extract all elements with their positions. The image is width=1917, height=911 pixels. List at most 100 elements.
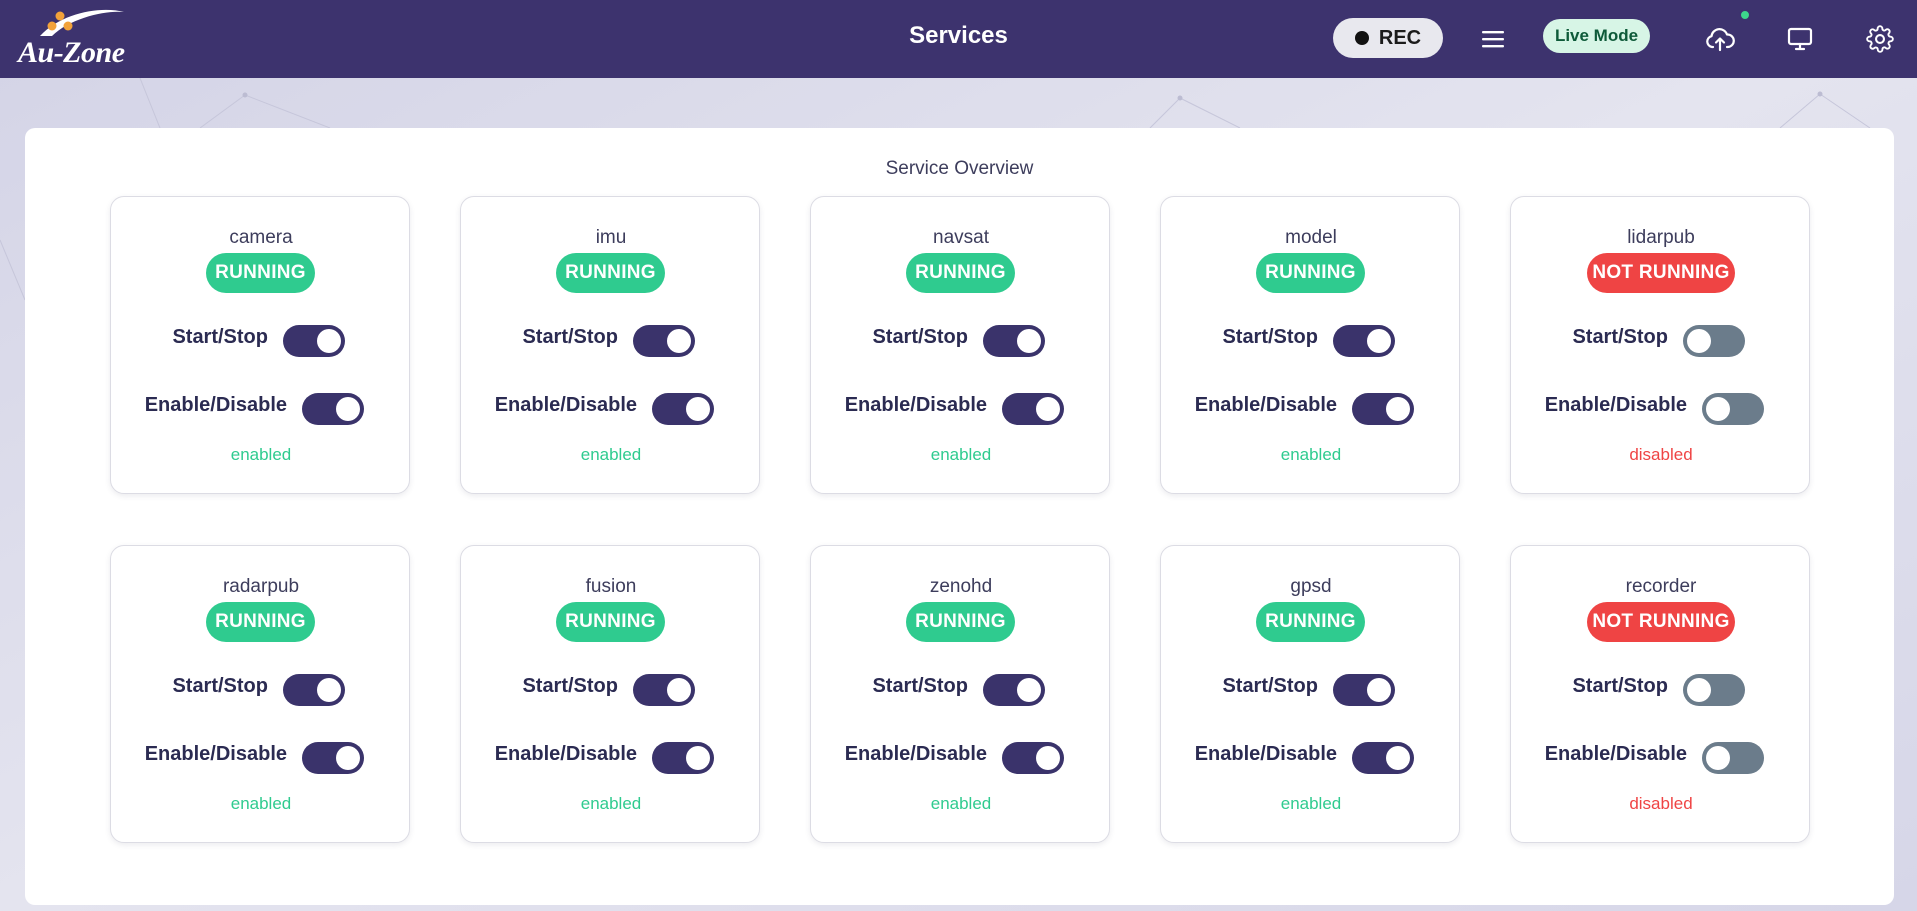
start-stop-toggle[interactable] [283, 674, 345, 706]
service-card-fusion: fusion RUNNING Start/Stop Enable/Disable ena… [460, 545, 760, 843]
cloud-upload-button[interactable] [1701, 20, 1739, 58]
cloud-upload-icon [1706, 28, 1735, 52]
toggle-knob [317, 329, 341, 353]
enable-disable-toggle[interactable] [652, 393, 714, 425]
start-stop-toggle[interactable] [633, 674, 695, 706]
toggle-knob [686, 746, 710, 770]
service-card-radarpub: radarpub RUNNING Start/Stop Enable/Disable e… [110, 545, 410, 843]
start-stop-toggle[interactable] [1683, 674, 1745, 706]
start-stop-label: Start/Stop [872, 326, 968, 348]
toggle-knob [1687, 329, 1711, 353]
enabled-state-text: disabled [1629, 794, 1693, 813]
enabled-state-text: enabled [230, 445, 292, 464]
service-card-lidarpub: lidarpub NOT RUNNING Start/Stop Enable/Disa… [1510, 196, 1810, 494]
enable-disable-label: Enable/Disable [844, 743, 987, 765]
service-name: lidarpub [1627, 227, 1695, 248]
enabled-state-text: enabled [580, 445, 642, 464]
enable-disable-toggle[interactable] [1702, 742, 1764, 774]
status-badge: RUNNING [906, 602, 1015, 642]
service-name: recorder [1625, 576, 1697, 597]
toggle-knob [1386, 397, 1410, 421]
notification-dot [1739, 9, 1751, 21]
service-name: gpsd [1290, 576, 1332, 597]
start-stop-toggle[interactable] [633, 325, 695, 357]
toggle-knob [1017, 678, 1041, 702]
enable-disable-label: Enable/Disable [144, 743, 287, 765]
settings-button[interactable] [1861, 20, 1899, 58]
start-stop-label: Start/Stop [172, 675, 268, 697]
enable-disable-label: Enable/Disable [1194, 394, 1337, 416]
start-stop-label: Start/Stop [172, 326, 268, 348]
start-stop-label: Start/Stop [522, 675, 618, 697]
start-stop-toggle[interactable] [1333, 325, 1395, 357]
toggle-knob [1706, 746, 1730, 770]
start-stop-toggle[interactable] [1333, 674, 1395, 706]
toggle-knob [667, 329, 691, 353]
service-card-camera: camera RUNNING Start/Stop Enable/Disable ena… [110, 196, 410, 494]
enable-disable-toggle[interactable] [1002, 393, 1064, 425]
service-name: navsat [933, 227, 989, 248]
start-stop-label: Start/Stop [1572, 675, 1668, 697]
status-badge: RUNNING [906, 253, 1015, 293]
panel-title: Service Overview [885, 158, 1034, 179]
start-stop-toggle[interactable] [983, 674, 1045, 706]
gear-icon [1866, 25, 1894, 53]
service-card-recorder: recorder NOT RUNNING Start/Stop Enable/Disa… [1510, 545, 1810, 843]
service-card-gpsd: gpsd RUNNING Start/Stop Enable/Disable enabl… [1160, 545, 1460, 843]
au-zone-logo[interactable]: Au-Zone [8, 6, 138, 72]
enable-disable-label: Enable/Disable [844, 394, 987, 416]
enable-disable-toggle[interactable] [302, 742, 364, 774]
start-stop-label: Start/Stop [522, 326, 618, 348]
enable-disable-toggle[interactable] [1702, 393, 1764, 425]
service-name: fusion [585, 576, 637, 597]
toggle-knob [686, 397, 710, 421]
toggle-knob [1367, 329, 1391, 353]
toggle-knob [1367, 678, 1391, 702]
enabled-state-text: enabled [1280, 794, 1342, 813]
service-name: zenohd [929, 576, 993, 597]
service-name: radarpub [222, 576, 300, 597]
toggle-knob [336, 397, 360, 421]
status-badge: RUNNING [206, 253, 315, 293]
record-dot-icon [1354, 31, 1369, 45]
toggle-knob [1687, 678, 1711, 702]
display-button[interactable] [1781, 20, 1819, 58]
enable-disable-label: Enable/Disable [494, 743, 637, 765]
toggle-knob [1386, 746, 1410, 770]
live-mode-badge[interactable]: Live Mode [1543, 19, 1650, 53]
start-stop-label: Start/Stop [1222, 326, 1318, 348]
start-stop-label: Start/Stop [1572, 326, 1668, 348]
enable-disable-toggle[interactable] [1352, 393, 1414, 425]
hamburger-menu-icon [1482, 31, 1504, 48]
start-stop-label: Start/Stop [1222, 675, 1318, 697]
top-bar: Au-Zone Services REC Live Mode [0, 0, 1917, 78]
service-card-model: model RUNNING Start/Stop Enable/Disable enab… [1160, 196, 1460, 494]
toggle-knob [1706, 397, 1730, 421]
enabled-state-text: enabled [1280, 445, 1342, 464]
enable-disable-toggle[interactable] [1002, 742, 1064, 774]
start-stop-toggle[interactable] [1683, 325, 1745, 357]
start-stop-label: Start/Stop [872, 675, 968, 697]
service-name: imu [595, 227, 627, 248]
logo-text: Au-Zone [18, 36, 125, 69]
start-stop-toggle[interactable] [983, 325, 1045, 357]
enable-disable-toggle[interactable] [302, 393, 364, 425]
service-name: model [1285, 227, 1337, 248]
menu-button[interactable] [1474, 20, 1512, 58]
service-card-navsat: navsat RUNNING Start/Stop Enable/Disable ena… [810, 196, 1110, 494]
status-badge: RUNNING [1256, 253, 1365, 293]
service-overview-panel: Service Overview camera RUNNING Start/Stop… [25, 128, 1894, 905]
status-badge: RUNNING [556, 253, 665, 293]
status-badge: RUNNING [206, 602, 315, 642]
enable-disable-label: Enable/Disable [494, 394, 637, 416]
toggle-knob [1036, 746, 1060, 770]
start-stop-toggle[interactable] [283, 325, 345, 357]
toggle-knob [667, 678, 691, 702]
enable-disable-toggle[interactable] [652, 742, 714, 774]
service-card-imu: imu RUNNING Start/Stop Enable/Disable enable… [460, 196, 760, 494]
record-button[interactable]: REC [1333, 18, 1443, 58]
service-name: camera [229, 227, 293, 248]
record-label: REC [1378, 26, 1422, 49]
enable-disable-toggle[interactable] [1352, 742, 1414, 774]
enabled-state-text: enabled [930, 445, 992, 464]
